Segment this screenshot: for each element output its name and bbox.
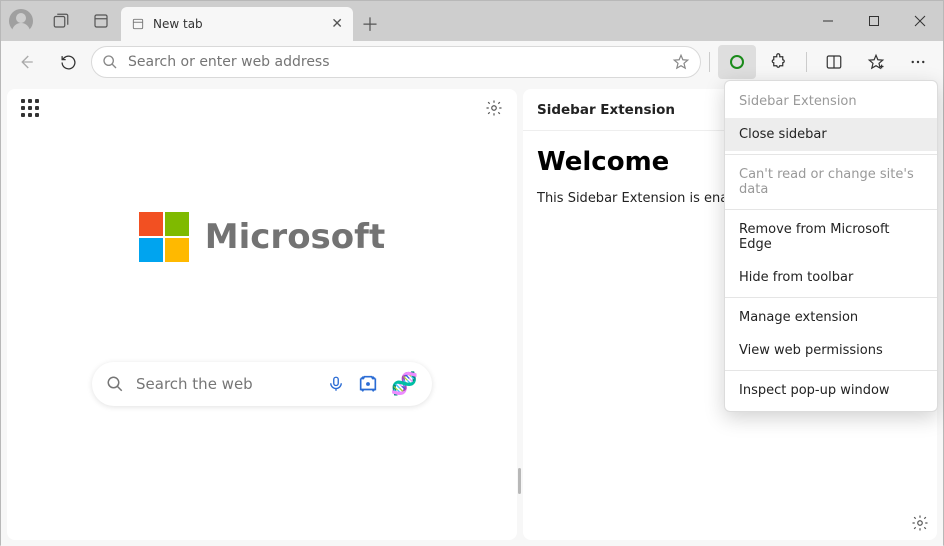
favorite-star-icon[interactable] xyxy=(672,53,690,71)
ellipsis-icon xyxy=(909,53,927,71)
brand-logo: Microsoft xyxy=(139,212,385,262)
page-settings-button[interactable] xyxy=(485,99,503,117)
ntp-search-placeholder: Search the web xyxy=(136,375,315,393)
context-menu-item[interactable]: View web permissions xyxy=(725,334,937,367)
brand-wordmark: Microsoft xyxy=(205,217,385,257)
new-tab-button[interactable]: ＋ xyxy=(353,7,387,41)
favorites-button[interactable] xyxy=(857,45,895,79)
split-screen-button[interactable] xyxy=(815,45,853,79)
microsoft-logo-icon xyxy=(139,212,189,262)
context-menu-item[interactable]: Manage extension xyxy=(725,301,937,334)
back-button[interactable] xyxy=(7,45,45,79)
address-input[interactable] xyxy=(128,54,662,70)
browser-tab[interactable]: New tab ✕ xyxy=(121,7,353,41)
context-menu-header: Sidebar Extension xyxy=(725,85,937,118)
back-arrow-icon xyxy=(17,53,35,71)
menu-separator xyxy=(725,297,937,298)
tab-overview-button[interactable] xyxy=(81,1,121,41)
app-launcher-button[interactable] xyxy=(21,99,39,117)
separator xyxy=(806,52,807,72)
toolbar xyxy=(1,41,943,83)
avatar-icon xyxy=(9,9,33,33)
menu-separator xyxy=(725,154,937,155)
resize-handle[interactable] xyxy=(518,468,521,494)
new-tab-page: Microsoft Search the web 🧬 xyxy=(7,89,517,540)
context-menu-item[interactable]: Hide from toolbar xyxy=(725,261,937,294)
refresh-icon xyxy=(60,54,77,71)
separator xyxy=(709,52,710,72)
context-menu-item[interactable]: Close sidebar xyxy=(725,118,937,151)
maximize-button[interactable] xyxy=(851,1,897,41)
discover-button[interactable]: 🧬 xyxy=(391,372,418,397)
tab-title: New tab xyxy=(153,17,323,31)
extension-ring-icon xyxy=(730,55,744,69)
menu-separator xyxy=(725,209,937,210)
profile-button[interactable] xyxy=(1,1,41,41)
sidebar-settings-button[interactable] xyxy=(911,514,929,532)
window-controls xyxy=(805,1,943,41)
puzzle-icon xyxy=(770,53,788,71)
refresh-button[interactable] xyxy=(49,45,87,79)
split-screen-icon xyxy=(825,53,843,71)
context-menu-item[interactable]: Remove from Microsoft Edge xyxy=(725,213,937,261)
favorites-star-icon xyxy=(867,53,885,71)
context-menu-item[interactable]: Inspect pop-up window xyxy=(725,374,937,407)
image-search-button[interactable] xyxy=(357,373,379,395)
tab-overview-icon xyxy=(92,12,110,30)
voice-search-button[interactable] xyxy=(327,375,345,393)
workspaces-icon xyxy=(52,12,70,30)
context-menu-item: Can't read or change site's data xyxy=(725,158,937,206)
minimize-button[interactable] xyxy=(805,1,851,41)
extensions-button[interactable] xyxy=(760,45,798,79)
title-bar: New tab ✕ ＋ xyxy=(1,1,943,41)
ntp-search-box[interactable]: Search the web 🧬 xyxy=(92,362,432,406)
tab-page-icon xyxy=(131,17,145,31)
search-icon xyxy=(102,54,118,70)
menu-separator xyxy=(725,370,937,371)
close-window-button[interactable] xyxy=(897,1,943,41)
address-bar[interactable] xyxy=(91,46,701,78)
tab-close-button[interactable]: ✕ xyxy=(331,16,343,32)
more-menu-button[interactable] xyxy=(899,45,937,79)
workspaces-button[interactable] xyxy=(41,1,81,41)
search-icon xyxy=(106,375,124,393)
sidebar-extension-button[interactable] xyxy=(718,45,756,79)
extension-context-menu: Sidebar Extension Close sidebar Can't rea… xyxy=(724,80,938,412)
